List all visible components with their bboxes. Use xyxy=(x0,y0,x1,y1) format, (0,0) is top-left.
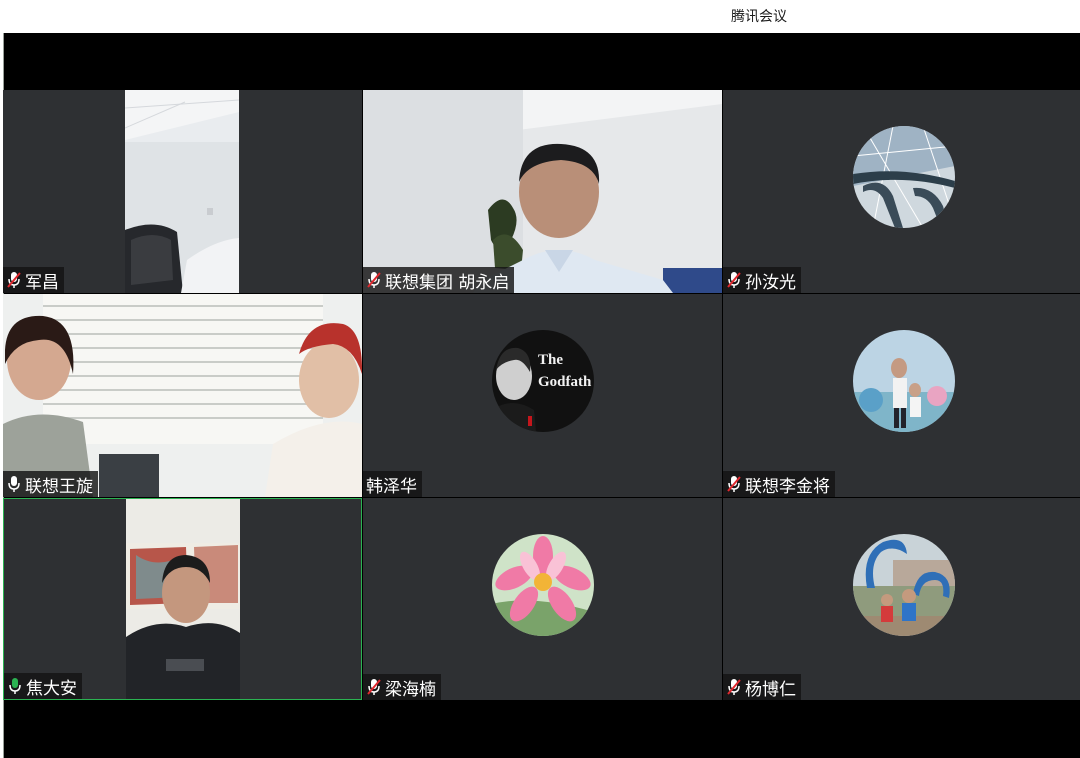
avatar-text-line2: Godfath xyxy=(538,374,592,390)
mic-icon xyxy=(8,476,20,492)
participant-name: 韩泽华 xyxy=(366,476,417,497)
participant-nameplate: 联想李金将 xyxy=(723,471,835,497)
title-bar: 腾讯会议 xyxy=(0,0,1080,33)
participant-name: 联想集团 胡永启 xyxy=(385,272,510,293)
mic-muted-icon xyxy=(727,476,741,492)
mic-muted-icon xyxy=(7,272,21,288)
participant-name: 杨博仁 xyxy=(745,679,796,700)
participant-name: 联想王旋 xyxy=(25,476,93,497)
participant-name: 孙汝光 xyxy=(745,272,796,293)
participant-tile-8[interactable]: 梁海楠 xyxy=(363,498,722,700)
mic-icon xyxy=(9,678,21,694)
participant-name: 梁海楠 xyxy=(385,679,436,700)
participant-tile-7[interactable]: 焦大安 xyxy=(3,498,362,700)
mic-muted-icon xyxy=(727,679,741,695)
participant-tile-9[interactable]: 杨博仁 xyxy=(723,498,1080,700)
participant-nameplate: 军昌 xyxy=(3,267,64,293)
avatar-text-line1: The xyxy=(538,352,563,368)
participant-avatar xyxy=(853,126,955,228)
participant-video xyxy=(3,294,362,497)
mic-muted-icon xyxy=(367,679,381,695)
participant-nameplate: 孙汝光 xyxy=(723,267,801,293)
participant-tile-2[interactable]: 联想集团 胡永启 xyxy=(363,90,722,293)
participant-nameplate: 梁海楠 xyxy=(363,674,441,700)
participant-name: 军昌 xyxy=(25,272,59,293)
participant-name: 焦大安 xyxy=(26,678,77,699)
participant-nameplate: 联想王旋 xyxy=(3,471,98,497)
participant-tile-1[interactable]: 军昌 xyxy=(3,90,362,293)
mic-muted-icon xyxy=(367,272,381,288)
participant-nameplate: 韩泽华 xyxy=(363,471,422,497)
participant-nameplate: 杨博仁 xyxy=(723,674,801,700)
participant-avatar xyxy=(853,330,955,432)
participant-tile-6[interactable]: 联想李金将 xyxy=(723,294,1080,497)
participant-nameplate: 焦大安 xyxy=(4,673,82,699)
participant-avatar: The Godfath xyxy=(492,330,594,432)
participant-video xyxy=(126,499,240,699)
participant-avatar xyxy=(492,534,594,636)
app-title: 腾讯会议 xyxy=(731,9,787,25)
participant-video xyxy=(363,90,722,293)
participant-tile-4[interactable]: 联想王旋 xyxy=(3,294,362,497)
participant-tile-5[interactable]: The Godfath 韩泽华 xyxy=(363,294,722,497)
video-grid: 军昌 联想集团 胡永启 孙汝光 联想王旋 The Godfath 韩泽华 联想李… xyxy=(3,90,1080,700)
mic-muted-icon xyxy=(727,272,741,288)
participant-avatar xyxy=(853,534,955,636)
participant-video xyxy=(125,90,239,293)
participant-tile-3[interactable]: 孙汝光 xyxy=(723,90,1080,293)
participant-nameplate: 联想集团 胡永启 xyxy=(363,267,515,293)
participant-name: 联想李金将 xyxy=(745,476,830,497)
